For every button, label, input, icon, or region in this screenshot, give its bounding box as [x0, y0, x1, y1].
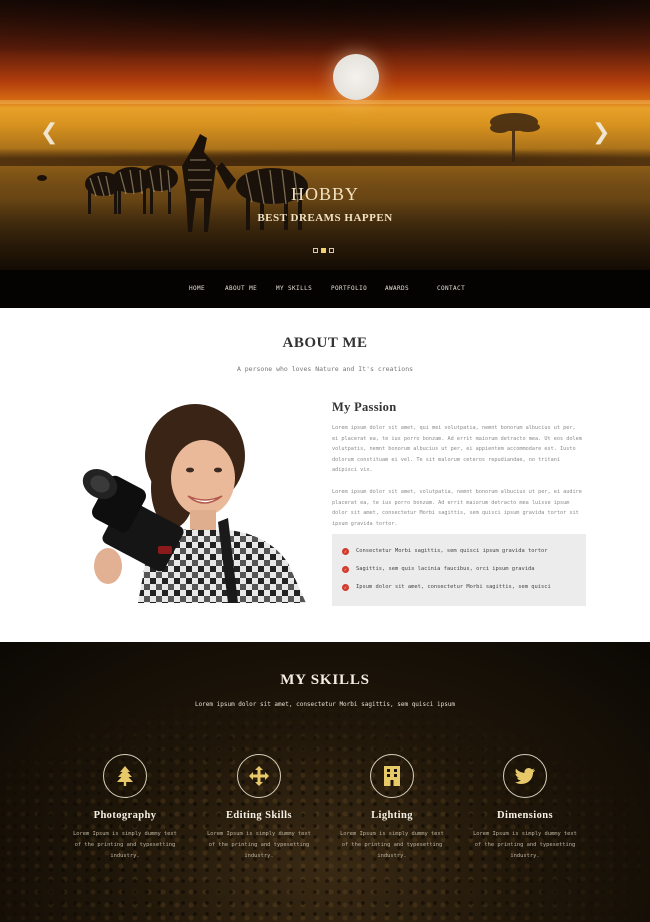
check-icon: ✓: [342, 583, 349, 591]
nav-my-skills[interactable]: MY SKILLS: [276, 285, 312, 292]
checklist-text: Ipsum dolor sit amet, consectetur Morbi …: [356, 584, 551, 590]
skill-name: Lighting: [371, 810, 413, 821]
checklist-text: Sagittis, sem quis lacinia faucibus, orc…: [356, 566, 535, 572]
skill-icon-circle: [370, 754, 414, 798]
slider-dots: [313, 248, 334, 253]
skill-name: Dimensions: [497, 810, 553, 821]
hero-sun: [333, 54, 379, 100]
skill-name: Editing Skills: [225, 810, 292, 821]
prev-slide-arrow[interactable]: ❮: [40, 122, 58, 144]
hero-slider: ❮ ❯ HOBBY BEST DREAMS HAPPEN: [0, 0, 650, 270]
skill-icon-circle: [503, 754, 547, 798]
skill-card-dimensions: Dimensions Lorem Ipsum is simply dummy t…: [460, 754, 590, 862]
nav-about-me[interactable]: ABOUT ME: [225, 285, 257, 292]
skill-desc: Lorem Ipsum is simply dummy text of the …: [340, 831, 444, 859]
skills-subtitle: Lorem ipsum dolor sit amet, consectetur …: [194, 701, 456, 708]
checklist-item: ✓ Consectetur Morbi sagittis, sem quisci…: [342, 542, 586, 560]
about-title: ABOUT ME: [282, 335, 368, 351]
main-nav: HOME ABOUT ME MY SKILLS PORTFOLIO AWARDS…: [0, 270, 650, 308]
hero-title: HOBBY: [290, 184, 359, 204]
slider-dot[interactable]: [329, 248, 334, 253]
tree-icon: [117, 766, 133, 786]
skill-icon-circle: [237, 754, 281, 798]
passion-paragraph-2: Lorem ipsum dolor sit amet, volutpatia, …: [332, 489, 582, 527]
check-icon: ✓: [342, 565, 349, 573]
skill-card-lighting: Lighting Lorem Ipsum is simply dummy tex…: [327, 754, 457, 862]
skills-section: MY SKILLS Lorem ipsum dolor sit amet, co…: [0, 642, 650, 922]
skill-name: Photography: [93, 810, 157, 821]
passion-paragraph-1: Lorem ipsum dolor sit amet, qui mei volu…: [332, 425, 582, 473]
skills-title: MY SKILLS: [280, 672, 370, 688]
move-icon: [249, 766, 269, 786]
nav-portfolio[interactable]: PORTFOLIO: [331, 285, 367, 292]
slider-dot[interactable]: [313, 248, 318, 253]
skill-card-photography: Photography Lorem Ipsum is simply dummy …: [60, 754, 190, 862]
hero-subtitle: BEST DREAMS HAPPEN: [257, 212, 393, 224]
next-slide-arrow[interactable]: ❯: [592, 122, 610, 144]
skill-desc: Lorem Ipsum is simply dummy text of the …: [73, 831, 177, 859]
building-icon: [384, 766, 400, 786]
nav-awards[interactable]: AWARDS: [385, 285, 409, 292]
skill-desc: Lorem Ipsum is simply dummy text of the …: [207, 831, 311, 859]
photographer-photo: [78, 398, 318, 603]
twitter-icon: [515, 768, 535, 784]
nav-home[interactable]: HOME: [189, 285, 205, 292]
skill-icon-circle: [103, 754, 147, 798]
hero-clouds: [0, 0, 650, 60]
skill-card-editing: Editing Skills Lorem Ipsum is simply dum…: [194, 754, 324, 862]
slider-dot-active[interactable]: [321, 248, 326, 253]
checklist-text: Consectetur Morbi sagittis, sem quisci i…: [356, 548, 548, 554]
acacia-tree: [490, 113, 540, 162]
passion-checklist: ✓ Consectetur Morbi sagittis, sem quisci…: [332, 534, 586, 606]
checklist-item: ✓ Sagittis, sem quis lacinia faucibus, o…: [342, 560, 586, 578]
checklist-item: ✓ Ipsum dolor sit amet, consectetur Morb…: [342, 578, 586, 596]
about-tagline: A persone who loves Nature and It's crea…: [236, 365, 414, 373]
check-icon: ✓: [342, 547, 349, 555]
skill-desc: Lorem Ipsum is simply dummy text of the …: [473, 831, 577, 859]
nav-contact[interactable]: CONTACT: [437, 285, 465, 292]
passion-title: My Passion: [332, 400, 397, 414]
